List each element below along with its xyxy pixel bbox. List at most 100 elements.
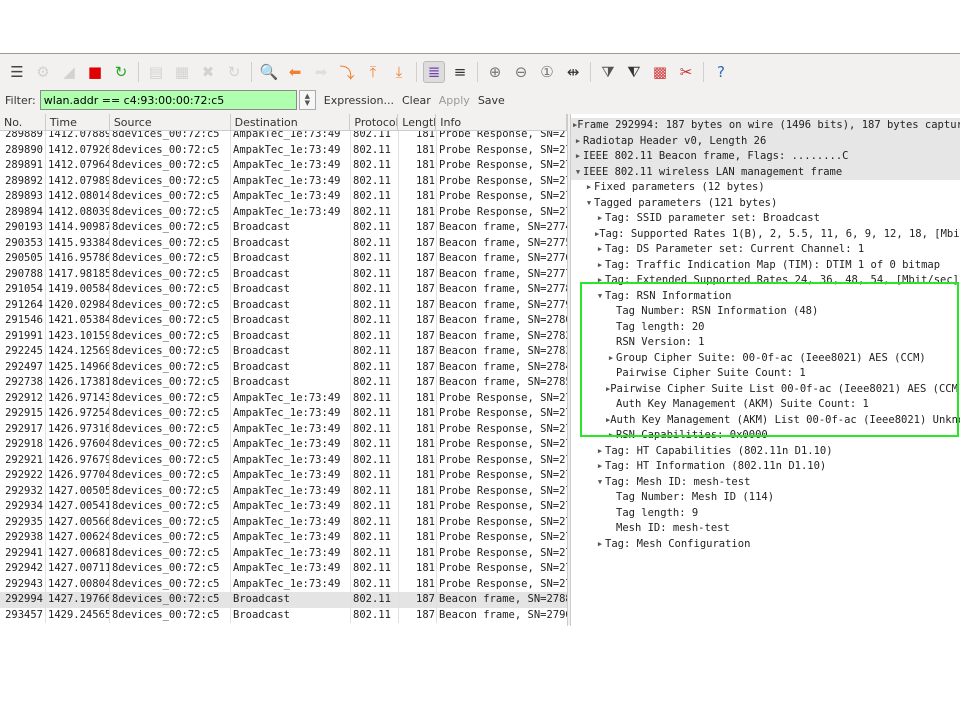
tree-node[interactable]: ▶ Tag: Mesh Configuration [571,537,960,553]
tree-node[interactable]: ▶ Pairwise Cipher Suite List 00-0f-ac (Ie… [571,382,960,398]
tree-node[interactable]: ▶ Group Cipher Suite: 00-0f-ac (Ieee8021)… [571,351,960,367]
tree-node[interactable]: ▶ Tag: HT Information (802.11n D1.10) [571,459,960,475]
packet-row[interactable]: 2934571429.2456568devices_00:72:c5Broadc… [0,607,567,623]
packet-row[interactable]: 2929341427.0054158devices_00:72:c5AmpakT… [0,499,567,515]
packet-row[interactable]: 2929181426.9760418devices_00:72:c5AmpakT… [0,437,567,453]
clear-button[interactable]: Clear [402,94,431,107]
packet-row[interactable]: 2929411427.0068158devices_00:72:c5AmpakT… [0,545,567,561]
packet-row[interactable]: 2929221426.9770418devices_00:72:c5AmpakT… [0,468,567,484]
tree-node[interactable]: ▶ Radiotap Header v0, Length 26 [571,133,960,150]
packet-row[interactable]: 2898931412.0801428devices_00:72:c5AmpakT… [0,189,567,205]
zoom-out-button[interactable]: ⊖ [510,61,532,83]
display-filters-button[interactable]: ⧨ [623,61,645,83]
capture-filters-button[interactable]: ⧩ [597,61,619,83]
column-header-source[interactable]: Source [110,114,231,130]
packet-row[interactable]: 2907881417.9818548devices_00:72:c5Broadc… [0,266,567,282]
go-to-packet-button[interactable]: ⤵ [336,61,358,83]
resize-columns-button[interactable]: ⇹ [562,61,584,83]
collapsed-arrow-icon[interactable]: ▶ [595,444,605,460]
tree-node[interactable]: Tag length: 9 [571,506,960,522]
packet-row[interactable]: 2927381426.1738148devices_00:72:c5Broadc… [0,375,567,391]
interface-list-button[interactable]: ☰ [6,61,28,83]
colorize-button[interactable]: ≣ [423,61,445,83]
packet-row[interactable]: 2898921412.0798928devices_00:72:c5AmpakT… [0,173,567,189]
tree-node[interactable]: Auth Key Management (AKM) Suite Count: 1 [571,397,960,413]
collapsed-arrow-icon[interactable]: ▶ [584,180,594,196]
tree-node[interactable]: Mesh ID: mesh-test [571,521,960,537]
capture-options-button[interactable]: ⚙ [32,61,54,83]
tree-node[interactable]: ▼ Tag: Mesh ID: mesh-test [571,475,960,491]
packet-row[interactable]: 2929941427.1976688devices_00:72:c5Broadc… [0,592,567,608]
packet-row[interactable]: 2905051416.9578658devices_00:72:c5Broadc… [0,251,567,267]
tree-node[interactable]: ▶ RSN Capabilities: 0x0000 [571,428,960,444]
tree-node[interactable]: Tag Number: RSN Information (48) [571,304,960,320]
save-button[interactable]: Save [478,94,505,107]
auto-scroll-button[interactable]: ≡ [449,61,471,83]
packet-row[interactable]: 2929421427.0071178devices_00:72:c5AmpakT… [0,561,567,577]
column-header-no[interactable]: No. [0,114,46,130]
tree-node[interactable]: ▼ Tag: RSN Information [571,289,960,305]
packet-row[interactable]: 2898941412.0803928devices_00:72:c5AmpakT… [0,204,567,220]
tree-node[interactable]: ▼ IEEE 802.11 wireless LAN management fra… [571,164,960,181]
packet-row[interactable]: 2901931414.9098778devices_00:72:c5Broadc… [0,220,567,236]
collapsed-arrow-icon[interactable]: ▶ [595,211,605,227]
tree-node[interactable]: ▼ Tagged parameters (121 bytes) [571,196,960,212]
expanded-arrow-icon[interactable]: ▼ [584,196,594,212]
save-file-button[interactable]: ▦ [171,61,193,83]
collapsed-arrow-icon[interactable]: ▶ [606,428,616,444]
packet-row[interactable]: 2929351427.0056678devices_00:72:c5AmpakT… [0,514,567,530]
tree-node[interactable]: ▶ IEEE 802.11 Beacon frame, Flags: ......… [571,149,960,165]
tree-node[interactable]: ▶ Tag: Extended Supported Rates 24, 36, 4… [571,273,960,289]
packet-row[interactable]: 2929321427.0050508devices_00:72:c5AmpakT… [0,483,567,499]
start-capture-button[interactable]: ◢ [58,61,80,83]
packet-details[interactable]: ▶ Frame 292994: 187 bytes on wire (1496 b… [570,114,960,626]
expanded-arrow-icon[interactable]: ▼ [595,475,605,491]
find-packet-button[interactable]: 🔍 [258,61,280,83]
tree-node[interactable]: ▶ Tag: HT Capabilities (802.11n D1.10) [571,444,960,460]
restart-capture-button[interactable]: ↻ [110,61,132,83]
reload-file-button[interactable]: ↻ [223,61,245,83]
collapsed-arrow-icon[interactable]: ▶ [573,134,583,150]
packet-row[interactable]: 2929381427.0062498devices_00:72:c5AmpakT… [0,530,567,546]
preferences-button[interactable]: ✂ [675,61,697,83]
normal-size-button[interactable]: ① [536,61,558,83]
packet-row[interactable]: 2912641420.0298448devices_00:72:c5Broadc… [0,297,567,313]
column-header-time[interactable]: Time [46,114,110,130]
expanded-arrow-icon[interactable]: ▼ [595,289,605,305]
help-button[interactable]: ? [710,61,732,83]
collapsed-arrow-icon[interactable]: ▶ [573,149,583,165]
packet-row[interactable]: 2915461421.0538408devices_00:72:c5Broadc… [0,313,567,329]
packet-row[interactable]: 2910541419.0058488devices_00:72:c5Broadc… [0,282,567,298]
packet-row[interactable]: 2929121426.9714398devices_00:72:c5AmpakT… [0,390,567,406]
tree-node[interactable]: ▶ Fixed parameters (12 bytes) [571,180,960,196]
collapsed-arrow-icon[interactable]: ▶ [595,537,605,553]
collapsed-arrow-icon[interactable]: ▶ [595,242,605,258]
packet-row[interactable]: 2929211426.9767918devices_00:72:c5AmpakT… [0,452,567,468]
column-header-protocol[interactable]: Protocol [350,114,399,130]
tree-node[interactable]: ▶ Tag: DS Parameter set: Current Channel:… [571,242,960,258]
stop-capture-button[interactable]: ■ [84,61,106,83]
tree-node[interactable]: Tag length: 20 [571,320,960,336]
zoom-in-button[interactable]: ⊕ [484,61,506,83]
filter-input[interactable] [39,90,297,110]
tree-node[interactable]: RSN Version: 1 [571,335,960,351]
close-file-button[interactable]: ✖ [197,61,219,83]
packet-row[interactable]: 2903531415.9338478devices_00:72:c5Broadc… [0,235,567,251]
column-header-info[interactable]: Info [436,114,567,130]
tree-node[interactable]: ▶ Frame 292994: 187 bytes on wire (1496 b… [571,118,960,134]
packet-row[interactable]: 2919911423.1015948devices_00:72:c5Broadc… [0,328,567,344]
packet-row[interactable]: 2929431427.0080428devices_00:72:c5AmpakT… [0,576,567,592]
tree-node[interactable]: ▶ Tag: Traffic Indication Map (TIM): DTIM… [571,258,960,274]
packet-row[interactable]: 2929151426.9725418devices_00:72:c5AmpakT… [0,406,567,422]
expanded-arrow-icon[interactable]: ▼ [573,165,583,181]
tree-node[interactable]: ▶ Tag: Supported Rates 1(B), 2, 5.5, 11, … [571,227,960,243]
go-first-button[interactable]: ⤒ [362,61,384,83]
packet-row[interactable]: 2898911412.0796438devices_00:72:c5AmpakT… [0,158,567,174]
collapsed-arrow-icon[interactable]: ▶ [595,459,605,475]
go-forward-button[interactable]: ➡ [310,61,332,83]
packet-list[interactable]: 2898891412.0788918devices_00:72:c5AmpakT… [0,114,568,626]
coloring-rules-button[interactable]: ▩ [649,61,671,83]
tree-node[interactable]: ▶ Auth Key Management (AKM) List 00-0f-ac… [571,413,960,429]
packet-row[interactable]: 2929171426.9731668devices_00:72:c5AmpakT… [0,421,567,437]
collapsed-arrow-icon[interactable]: ▶ [595,258,605,274]
